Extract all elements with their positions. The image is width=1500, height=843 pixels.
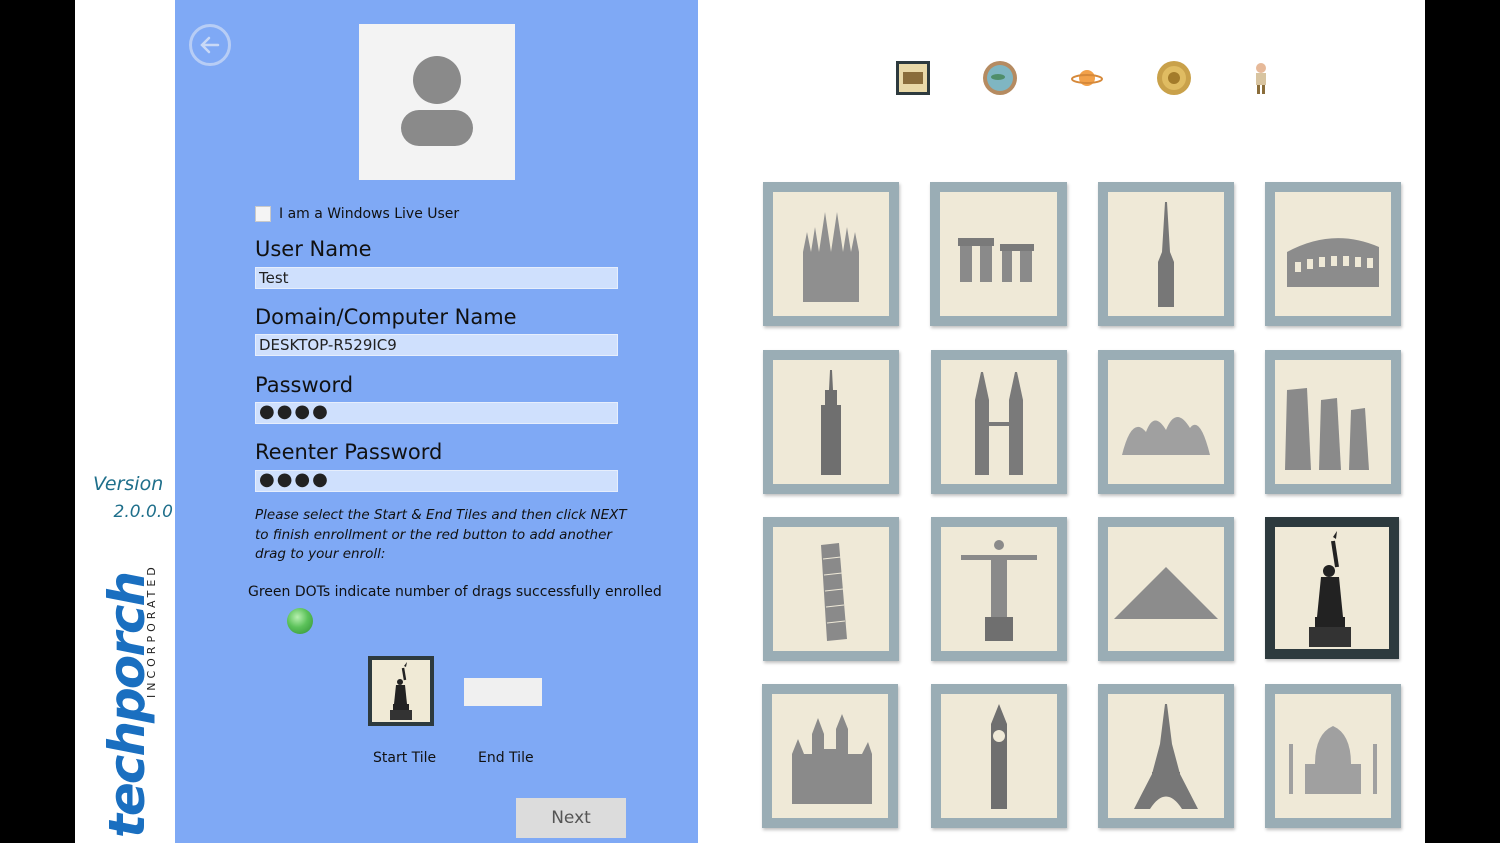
opera-house-icon: [1122, 416, 1210, 455]
big-ben-tile[interactable]: [931, 684, 1067, 828]
tab-coin-icon[interactable]: [1156, 60, 1192, 96]
stonehenge-tile[interactable]: [930, 182, 1067, 326]
reenter-password-input[interactable]: ●●●●: [255, 470, 618, 492]
version-label: Version: [93, 473, 164, 495]
sagrada-familia-tile[interactable]: [763, 182, 899, 326]
castle-icon: [792, 714, 872, 804]
empire-state-icon: [821, 370, 841, 475]
password-input[interactable]: ●●●●: [255, 402, 618, 424]
statue-of-liberty-icon: [1309, 531, 1351, 647]
back-arrow-icon: [200, 36, 220, 54]
app-window: Version 2.0.0.0 techporch INCORPORATED I…: [75, 0, 1425, 843]
enroll-instructions: Please select the Start & End Tiles and …: [255, 507, 627, 562]
petronas-towers-tile[interactable]: [931, 350, 1067, 494]
taj-mahal-tile[interactable]: [1265, 684, 1401, 828]
moai-icon: [1285, 388, 1369, 470]
user-silhouette-icon: [401, 56, 473, 146]
enrolled-dots-info: Green DOTs indicate number of drags succ…: [248, 584, 662, 600]
windows-live-checkbox[interactable]: [255, 206, 271, 222]
enrollment-panel: I am a Windows Live User User Name Test …: [175, 0, 698, 843]
christ-redeemer-tile[interactable]: [931, 517, 1067, 661]
leaning-tower-icon: [821, 543, 847, 641]
reenter-password-label: Reenter Password: [255, 440, 443, 464]
twin-towers-icon: [975, 372, 1023, 475]
christ-statue-icon: [961, 540, 1037, 641]
version-number: 2.0.0.0: [113, 502, 173, 522]
cathedral-icon: [803, 212, 859, 302]
end-tile-caption: End Tile: [478, 750, 534, 766]
start-tile-slot[interactable]: [368, 656, 434, 726]
skyscraper-spire-icon: [1158, 202, 1174, 307]
taj-mahal-icon: [1289, 726, 1377, 794]
leaning-tower-tile[interactable]: [763, 517, 899, 661]
statue-of-liberty-tile[interactable]: [1265, 517, 1399, 659]
next-button[interactable]: Next: [516, 798, 626, 838]
burj-khalifa-tile[interactable]: [1098, 182, 1234, 326]
neuschwanstein-tile[interactable]: [762, 684, 898, 828]
username-input[interactable]: Test: [255, 267, 618, 289]
tab-globe-icon[interactable]: [982, 60, 1018, 96]
user-avatar: [359, 24, 515, 180]
tab-character-icon[interactable]: [1243, 60, 1279, 96]
empire-state-tile[interactable]: [763, 350, 899, 494]
start-tile-caption: Start Tile: [373, 750, 437, 766]
back-button[interactable]: [189, 24, 231, 66]
colosseum-tile[interactable]: [1265, 182, 1401, 326]
logo-subtitle: INCORPORATED: [145, 563, 158, 698]
domain-label: Domain/Computer Name: [255, 305, 517, 329]
stonehenge-icon: [958, 238, 1034, 282]
windows-live-option: I am a Windows Live User: [255, 204, 459, 224]
end-tile-slot[interactable]: [464, 678, 542, 706]
windows-live-label: I am a Windows Live User: [279, 206, 460, 222]
colosseum-icon: [1287, 238, 1379, 287]
pyramid-icon: [1114, 567, 1218, 619]
domain-input[interactable]: DESKTOP-R529IC9: [255, 334, 618, 356]
branding-strip: Version 2.0.0.0 techporch INCORPORATED: [75, 0, 175, 843]
username-label: User Name: [255, 237, 372, 261]
version-info: Version 2.0.0.0: [93, 470, 173, 526]
clock-tower-icon: [991, 704, 1007, 809]
statue-of-liberty-icon: [390, 662, 412, 720]
enrolled-drag-dot: [287, 608, 313, 634]
password-label: Password: [255, 373, 354, 397]
tab-comic-icon[interactable]: [895, 60, 931, 96]
tab-planet-icon[interactable]: [1069, 60, 1105, 96]
moai-tile[interactable]: [1265, 350, 1401, 494]
pyramid-tile[interactable]: [1098, 517, 1234, 661]
company-logo: techporch INCORPORATED: [98, 548, 171, 838]
eiffel-tower-tile[interactable]: [1098, 684, 1234, 828]
eiffel-tower-icon: [1134, 704, 1198, 809]
sydney-opera-house-tile[interactable]: [1098, 350, 1234, 494]
